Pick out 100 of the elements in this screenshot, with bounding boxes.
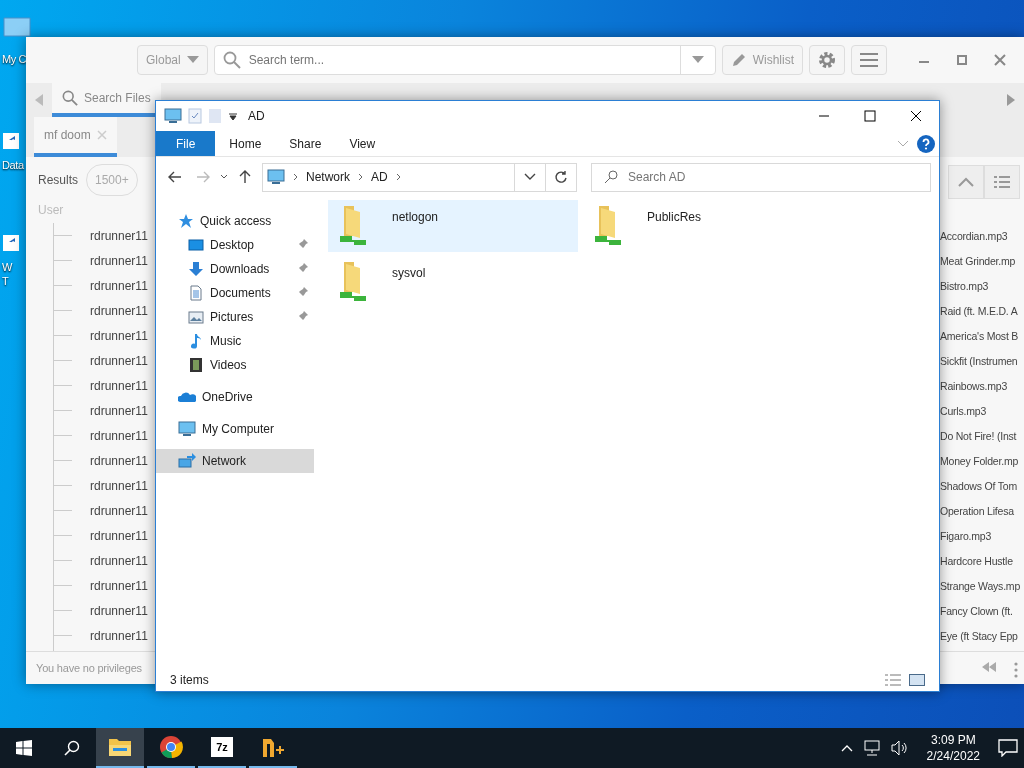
nav-item[interactable]: Videos bbox=[156, 353, 314, 377]
folder-item[interactable]: netlogon bbox=[328, 200, 578, 252]
close-icon[interactable] bbox=[910, 110, 922, 122]
file-cell-text: America's Most B bbox=[940, 329, 1020, 342]
folder-item[interactable]: sysvol bbox=[328, 256, 578, 308]
search-icon bbox=[222, 51, 241, 69]
picture-icon bbox=[188, 309, 204, 325]
file-cell-text: Eye (ft Stacy Epp bbox=[940, 629, 1019, 642]
search-input[interactable]: Search term... bbox=[246, 52, 674, 68]
item-count: 3 items bbox=[170, 673, 209, 687]
column-header: User bbox=[38, 203, 64, 217]
user-cell: rdrunner11 bbox=[90, 278, 148, 293]
star-icon bbox=[178, 213, 194, 229]
search-box[interactable]: Search term... bbox=[213, 45, 716, 75]
breadcrumb-item[interactable]: AD bbox=[371, 170, 388, 184]
more-icon[interactable] bbox=[1014, 662, 1018, 678]
clock[interactable]: 3:09 PM 2/24/2022 bbox=[926, 732, 980, 764]
dropdown-icon[interactable] bbox=[228, 111, 238, 121]
network-icon bbox=[178, 453, 196, 469]
user-cell: rdrunner11 bbox=[90, 553, 148, 568]
file-cell-text: Do Not Fire! (Inst bbox=[940, 429, 1018, 442]
large-icons-view-icon[interactable] bbox=[909, 674, 925, 686]
search-input[interactable]: Search AD bbox=[628, 170, 924, 184]
right-arrow-icon[interactable] bbox=[1007, 94, 1015, 106]
user-cell: rdrunner11 bbox=[90, 353, 148, 368]
help-icon[interactable] bbox=[917, 134, 935, 153]
notification-icon[interactable] bbox=[998, 739, 1018, 757]
archiver-logo: 7z bbox=[211, 737, 233, 757]
ribbon-tab[interactable]: View bbox=[335, 131, 390, 156]
maximize-icon[interactable] bbox=[864, 110, 876, 122]
results-label: Results bbox=[38, 173, 78, 187]
windows-logo-icon bbox=[16, 740, 32, 756]
user-cell: rdrunner11 bbox=[90, 228, 148, 243]
speaker-icon[interactable] bbox=[890, 740, 909, 756]
caret-icon bbox=[186, 56, 199, 64]
nav-item[interactable]: Documents bbox=[156, 281, 314, 305]
list-view-button[interactable] bbox=[984, 165, 1020, 199]
user-cell: rdrunner11 bbox=[90, 603, 148, 618]
search-tab[interactable]: mf doom bbox=[34, 117, 117, 157]
file-cell-text: Sickfit (Instrumen bbox=[940, 354, 1019, 367]
file-cell-text: Shadows Of Tom bbox=[940, 479, 1018, 492]
ribbon-tab[interactable]: Home bbox=[215, 131, 276, 156]
browser-icon bbox=[159, 735, 183, 759]
folder-item[interactable]: PublicRes bbox=[583, 200, 833, 252]
desktop-icon-label: W T bbox=[2, 260, 12, 289]
user-cell: rdrunner11 bbox=[90, 478, 148, 493]
chevron-right-icon bbox=[395, 173, 401, 181]
file-cell-text: Raid (ft. M.E.D. A bbox=[940, 304, 1019, 317]
shortcut-icon bbox=[2, 234, 20, 252]
network-icon[interactable] bbox=[862, 740, 881, 756]
chevron-down-icon[interactable] bbox=[220, 174, 228, 180]
window-title: AD bbox=[248, 109, 265, 123]
address-bar[interactable]: Network AD bbox=[262, 162, 577, 192]
music-note-icon bbox=[188, 333, 204, 349]
ribbon-tab[interactable]: Share bbox=[275, 131, 336, 156]
shortcut-icon bbox=[2, 132, 20, 150]
chevron-up-icon bbox=[958, 177, 974, 187]
film-icon bbox=[188, 357, 204, 373]
nav-item[interactable]: OneDrive bbox=[156, 385, 314, 409]
search-icon bbox=[62, 90, 78, 106]
computer-icon bbox=[164, 108, 182, 124]
file-cell-text: Strange Ways.mp bbox=[940, 579, 1022, 592]
chevron-down-icon[interactable] bbox=[524, 173, 536, 181]
list-icon bbox=[994, 175, 1010, 189]
file-cell-text: Bistro.mp3 bbox=[940, 279, 990, 292]
taskbar-app-button[interactable] bbox=[96, 728, 144, 768]
file-cell-text: Hardcore Hustle bbox=[940, 554, 1014, 567]
user-cell: rdrunner11 bbox=[90, 578, 148, 593]
taskbar-app-button[interactable]: 7z bbox=[198, 728, 246, 768]
user-cell: rdrunner11 bbox=[90, 428, 148, 443]
breadcrumb-item[interactable]: Network bbox=[306, 170, 350, 184]
user-cell: rdrunner11 bbox=[90, 503, 148, 518]
settings-button[interactable] bbox=[809, 45, 846, 75]
desktop-icon-label: My C bbox=[2, 52, 27, 67]
pencil-icon bbox=[730, 52, 747, 68]
refresh-icon[interactable] bbox=[554, 170, 568, 184]
file-cell-text: Accordian.mp3 bbox=[940, 229, 1009, 242]
file-cell-text: Rainbows.mp3 bbox=[940, 379, 1009, 392]
menu-button[interactable] bbox=[851, 45, 888, 75]
user-cell: rdrunner11 bbox=[90, 628, 148, 643]
search-icon bbox=[64, 740, 80, 756]
file-cell-text: Operation Lifesa bbox=[940, 504, 1015, 517]
search-box[interactable]: Search AD bbox=[591, 162, 931, 192]
caret-icon bbox=[691, 56, 704, 64]
back-arrow-icon[interactable] bbox=[168, 171, 182, 183]
chevron-right-icon bbox=[358, 173, 363, 181]
nav-item[interactable]: Desktop bbox=[156, 233, 314, 257]
file-cell-text: Figaro.mp3 bbox=[940, 529, 993, 542]
chevron-up-icon[interactable] bbox=[840, 744, 853, 752]
nav-item[interactable]: Music bbox=[156, 329, 314, 353]
computer-icon bbox=[267, 169, 285, 185]
user-cell: rdrunner11 bbox=[90, 303, 148, 318]
nav-item[interactable]: Downloads bbox=[156, 257, 314, 281]
nav-item[interactable]: Pictures bbox=[156, 305, 314, 329]
nav-item[interactable]: My Computer bbox=[156, 417, 314, 441]
user-cell: rdrunner11 bbox=[90, 528, 148, 543]
nav-item[interactable]: Network bbox=[156, 449, 314, 473]
nav-item[interactable]: Quick access bbox=[156, 209, 314, 233]
ribbon-tab[interactable]: File bbox=[156, 131, 216, 156]
up-arrow-icon[interactable] bbox=[239, 170, 251, 184]
